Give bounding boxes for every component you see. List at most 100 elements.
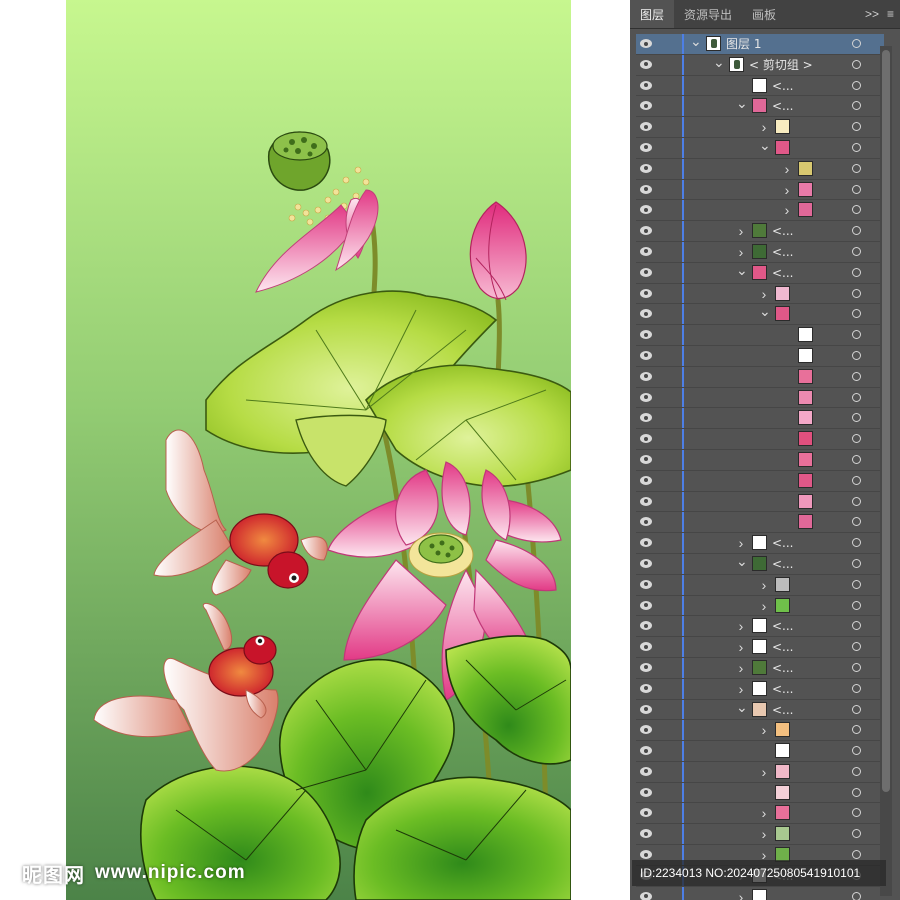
layer-row[interactable]: › (636, 595, 884, 617)
layer-row[interactable]: <... (636, 75, 884, 97)
layer-name[interactable]: <... (772, 242, 794, 262)
visibility-eye-icon[interactable] (640, 101, 652, 111)
layer-name[interactable]: <... (772, 221, 794, 241)
visibility-eye-icon[interactable] (640, 600, 652, 610)
layer-row[interactable]: › <... (636, 637, 884, 658)
layer-row[interactable]: ⌄ (636, 137, 884, 159)
target-circle-icon[interactable] (852, 621, 861, 631)
layer-row[interactable] (636, 491, 884, 513)
target-circle-icon[interactable] (852, 662, 861, 672)
chevron-right-icon[interactable]: › (736, 619, 746, 633)
visibility-eye-icon[interactable] (640, 454, 652, 464)
layer-row[interactable] (636, 366, 884, 388)
visibility-eye-icon[interactable] (640, 205, 652, 215)
visibility-eye-icon[interactable] (640, 475, 652, 485)
visibility-eye-icon[interactable] (640, 309, 652, 319)
layer-row[interactable]: › (636, 200, 884, 222)
layer-row[interactable]: › <... (636, 657, 884, 679)
target-circle-icon[interactable] (852, 746, 861, 756)
target-circle-icon[interactable] (852, 122, 861, 132)
layer-row[interactable]: › <... (636, 533, 884, 554)
visibility-eye-icon[interactable] (640, 434, 652, 444)
layer-row[interactable]: › (636, 803, 884, 825)
visibility-eye-icon[interactable] (640, 267, 652, 277)
target-circle-icon[interactable] (852, 267, 861, 277)
chevron-right-icon[interactable]: › (736, 890, 746, 900)
layer-row[interactable]: › <... (636, 678, 884, 700)
target-circle-icon[interactable] (852, 309, 861, 319)
layer-row[interactable]: › (636, 117, 884, 138)
layer-row[interactable] (636, 408, 884, 430)
panel-menu-icon[interactable]: ≡ (887, 7, 894, 21)
visibility-eye-icon[interactable] (640, 746, 652, 756)
visibility-eye-icon[interactable] (640, 122, 652, 132)
target-circle-icon[interactable] (852, 288, 861, 298)
chevron-right-icon[interactable]: › (736, 661, 746, 675)
target-circle-icon[interactable] (852, 766, 861, 776)
target-circle-icon[interactable] (852, 246, 861, 256)
layer-row[interactable]: › (636, 761, 884, 783)
visibility-eye-icon[interactable] (640, 808, 652, 818)
target-circle-icon[interactable] (852, 850, 861, 860)
layer-row[interactable]: › (636, 574, 884, 596)
layer-row[interactable] (636, 512, 884, 534)
target-circle-icon[interactable] (852, 226, 861, 236)
target-circle-icon[interactable] (852, 184, 861, 194)
target-circle-icon[interactable] (852, 558, 861, 568)
layer-name[interactable]: <... (772, 554, 794, 574)
layer-row[interactable]: ⌄ <... (636, 96, 884, 118)
chevron-right-icon[interactable]: › (736, 536, 746, 550)
target-circle-icon[interactable] (852, 642, 861, 652)
layer-name[interactable]: <... (772, 637, 794, 657)
layer-row[interactable] (636, 470, 884, 492)
layer-name[interactable]: <... (772, 263, 794, 283)
visibility-eye-icon[interactable] (640, 163, 652, 173)
target-circle-icon[interactable] (852, 600, 861, 610)
target-circle-icon[interactable] (852, 413, 861, 423)
target-circle-icon[interactable] (852, 142, 861, 152)
layer-list-scrollbar[interactable] (880, 46, 892, 896)
layer-row[interactable] (636, 387, 884, 409)
chevron-right-icon[interactable]: › (759, 723, 769, 737)
target-circle-icon[interactable] (852, 891, 861, 900)
layer-name[interactable]: < 剪切组 > (749, 55, 813, 75)
visibility-eye-icon[interactable] (640, 288, 652, 298)
target-circle-icon[interactable] (852, 163, 861, 173)
chevron-right-icon[interactable]: › (736, 224, 746, 238)
visibility-eye-icon[interactable] (640, 184, 652, 194)
layer-row[interactable] (636, 345, 884, 367)
layer-row[interactable] (636, 741, 884, 762)
target-circle-icon[interactable] (852, 330, 861, 340)
target-circle-icon[interactable] (852, 80, 861, 90)
visibility-eye-icon[interactable] (640, 59, 652, 69)
chevron-down-icon[interactable]: ⌄ (759, 304, 771, 321)
layer-row[interactable]: › <... (636, 221, 884, 242)
layer-name[interactable]: <... (772, 96, 794, 116)
target-circle-icon[interactable] (852, 371, 861, 381)
chevron-right-icon[interactable]: › (759, 120, 769, 134)
layer-row[interactable] (636, 782, 884, 804)
layer-name[interactable]: 图层 1 (726, 34, 761, 54)
layer-row[interactable]: ⌄ < 剪切组 > (636, 54, 884, 76)
tab-artboards[interactable]: 画板 (742, 0, 786, 28)
visibility-eye-icon[interactable] (640, 704, 652, 714)
target-circle-icon[interactable] (852, 496, 861, 506)
layer-row[interactable]: ⌄ <... (636, 699, 884, 721)
visibility-eye-icon[interactable] (640, 579, 652, 589)
target-circle-icon[interactable] (852, 475, 861, 485)
visibility-eye-icon[interactable] (640, 226, 652, 236)
chevron-right-icon[interactable]: › (759, 827, 769, 841)
layer-row[interactable]: › (636, 283, 884, 305)
target-circle-icon[interactable] (852, 205, 861, 215)
layer-row[interactable] (636, 325, 884, 346)
chevron-down-icon[interactable]: ⌄ (759, 138, 771, 155)
scrollbar-thumb[interactable] (882, 50, 890, 792)
visibility-eye-icon[interactable] (640, 246, 652, 256)
chevron-right-icon[interactable]: › (759, 287, 769, 301)
layer-name[interactable]: <... (772, 616, 794, 636)
layer-row[interactable]: › (636, 720, 884, 742)
layer-row[interactable]: › <... (636, 616, 884, 638)
layer-row[interactable]: › (636, 158, 884, 180)
layer-row[interactable]: ⌄ (636, 304, 884, 326)
visibility-eye-icon[interactable] (640, 371, 652, 381)
